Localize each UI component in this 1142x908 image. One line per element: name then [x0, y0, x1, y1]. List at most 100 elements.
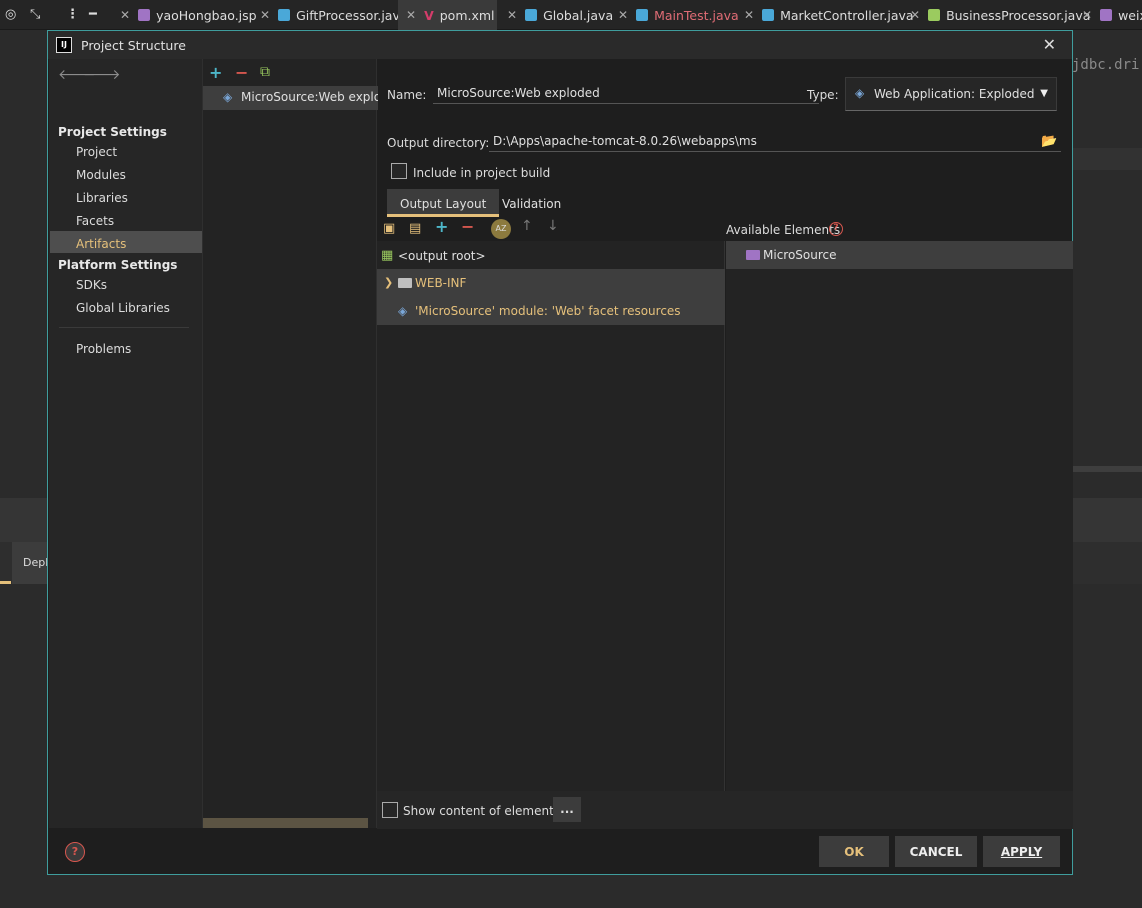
editor-tab[interactable]: ✕ MainTest.java	[618, 0, 739, 30]
editor-tab-active[interactable]: ✕ V pom.xml	[398, 0, 497, 30]
tree-node-web-facet[interactable]: ◈ 'MicroSource' module: 'Web' facet reso…	[377, 297, 725, 325]
arrow-down-icon[interactable]: ↓	[547, 218, 559, 234]
web-facet-icon: ◈	[398, 304, 408, 318]
nav-item-artifacts[interactable]: Artifacts	[76, 237, 126, 251]
new-archive-icon[interactable]: ▤	[409, 221, 421, 236]
available-elements-label: Available Elements	[726, 223, 841, 237]
output-layout-tree: ▦ <output root> ❯ WEB-INF ◈ 'MicroSource…	[377, 241, 725, 791]
java-class-icon	[278, 9, 291, 21]
arrow-up-icon[interactable]: ↑	[521, 218, 533, 234]
nav-item-problems[interactable]: Problems	[76, 342, 131, 356]
layout-footer: Show content of elements ...	[377, 791, 1073, 829]
tab-output-layout[interactable]: Output Layout	[387, 189, 500, 217]
project-structure-dialog: IJ Project Structure ✕ 🡐 🡒 Project Setti…	[47, 30, 1073, 875]
dialog-title-bar: IJ Project Structure ✕	[48, 31, 1072, 59]
minimize-icon[interactable]: ━	[89, 7, 97, 22]
more-button[interactable]: ...	[553, 797, 581, 822]
editor-highlight-line	[1072, 148, 1142, 170]
horizontal-scrollbar[interactable]	[203, 818, 368, 828]
copy-icon[interactable]: ⧉	[260, 64, 270, 80]
java-class-icon	[928, 9, 941, 21]
tab-indicator	[0, 581, 11, 584]
close-tab-icon[interactable]: ✕	[910, 8, 920, 22]
folder-icon	[398, 278, 412, 288]
web-artifact-icon: ◈	[223, 90, 233, 104]
settings-nav: 🡐 🡒 Project Settings Project Modules Lib…	[49, 59, 202, 828]
close-tab-icon[interactable]: ✕	[1082, 8, 1092, 22]
tree-node-web-inf[interactable]: ❯ WEB-INF	[377, 269, 725, 297]
ok-button[interactable]: OK	[819, 836, 889, 867]
editor-tab[interactable]: ✕ MarketController.java	[744, 0, 914, 30]
output-root-icon: ▦	[381, 248, 394, 263]
close-tab-icon[interactable]: ✕	[120, 8, 130, 22]
close-tab-icon[interactable]: ✕	[744, 8, 754, 22]
browse-folder-icon[interactable]: 📂	[1041, 134, 1057, 149]
type-select[interactable]: ◈ Web Application: Exploded ▼	[845, 77, 1057, 111]
chevron-right-icon[interactable]: ❯	[384, 276, 393, 289]
help-icon[interactable]: ?	[829, 222, 843, 236]
include-in-build-label: Include in project build	[413, 166, 551, 180]
platform-settings-heading: Platform Settings	[58, 258, 178, 272]
type-label: Type:	[807, 88, 839, 102]
nav-item-global-libraries[interactable]: Global Libraries	[76, 301, 170, 315]
nav-item-project[interactable]: Project	[76, 145, 117, 159]
nav-divider	[59, 327, 189, 328]
intellij-logo-icon: IJ	[56, 37, 72, 53]
java-class-icon	[525, 9, 538, 21]
available-item-microsource[interactable]: MicroSource	[726, 241, 1073, 269]
nav-item-sdks[interactable]: SDKs	[76, 278, 107, 292]
editor-code: jdbc.dri	[1072, 57, 1140, 73]
nav-item-modules[interactable]: Modules	[76, 168, 126, 182]
close-tab-icon[interactable]: ✕	[406, 8, 416, 22]
help-icon[interactable]: ?	[65, 842, 85, 862]
show-content-label: Show content of elements	[403, 804, 561, 818]
collapse-icon[interactable]: ⤡	[30, 7, 40, 22]
available-elements-tree: MicroSource	[726, 241, 1073, 791]
java-class-icon	[762, 9, 775, 21]
type-value: Web Application: Exploded	[874, 87, 1035, 101]
web-artifact-icon: ◈	[855, 86, 865, 100]
dialog-title: Project Structure	[81, 38, 186, 53]
editor-tab[interactable]: ✕ BusinessProcessor.java	[910, 0, 1090, 30]
editor-tab[interactable]: ✕ Global.java	[507, 0, 613, 30]
nav-item-facets[interactable]: Facets	[76, 214, 114, 228]
remove-element-icon[interactable]: −	[461, 217, 474, 236]
add-artifact-icon[interactable]: +	[209, 63, 222, 82]
include-in-build-checkbox[interactable]	[391, 163, 407, 179]
editor-tab[interactable]: ✕ yaoHongbao.jsp	[120, 0, 257, 30]
close-tab-icon[interactable]: ✕	[618, 8, 628, 22]
remove-artifact-icon[interactable]: −	[235, 63, 248, 82]
chevron-down-icon: ▼	[1040, 88, 1048, 99]
name-field[interactable]: MicroSource:Web exploded	[433, 83, 819, 104]
new-folder-icon[interactable]: ▣	[383, 221, 395, 236]
sort-alpha-icon[interactable]: AZ	[491, 219, 511, 239]
output-root-node[interactable]: <output root>	[398, 249, 486, 263]
close-icon[interactable]: ✕	[1043, 35, 1056, 54]
forward-arrow-icon[interactable]: 🡒	[83, 66, 121, 83]
editor-tab[interactable]: ✕ weix	[1082, 0, 1142, 30]
editor-tab-bar: ◎ ⤡ ⋮ ━ ✕ yaoHongbao.jsp ✕ GiftProcessor…	[0, 0, 1142, 30]
output-dir-label: Output directory:	[387, 136, 490, 150]
tab-validation[interactable]: Validation	[489, 189, 574, 217]
java-class-icon	[636, 9, 649, 21]
name-label: Name:	[387, 88, 427, 102]
apply-button[interactable]: APPLY	[983, 836, 1060, 867]
nav-item-libraries[interactable]: Libraries	[76, 191, 128, 205]
jsp-file-icon	[1100, 9, 1113, 21]
jsp-file-icon	[138, 9, 151, 21]
artifact-list-panel: + − ⧉ ◈ MicroSource:Web exploded	[202, 59, 378, 828]
output-dir-field[interactable]: D:\Apps\apache-tomcat-8.0.26\webapps\ms	[489, 131, 1061, 152]
target-icon[interactable]: ◎	[5, 7, 16, 22]
maven-icon: V	[424, 7, 434, 23]
cancel-button[interactable]: CANCEL	[895, 836, 977, 867]
module-folder-icon	[746, 250, 760, 260]
close-tab-icon[interactable]: ✕	[507, 8, 517, 22]
editor-splitter[interactable]	[1072, 466, 1142, 472]
more-vertical-icon[interactable]: ⋮	[66, 7, 79, 22]
show-content-checkbox[interactable]	[382, 802, 398, 818]
deploy-tab[interactable]: Depl	[12, 542, 48, 584]
editor-tab[interactable]: ✕ GiftProcessor.java	[260, 0, 408, 30]
artifact-list-item[interactable]: ◈ MicroSource:Web exploded	[203, 86, 378, 110]
add-element-icon[interactable]: +	[435, 217, 448, 236]
close-tab-icon[interactable]: ✕	[260, 8, 270, 22]
